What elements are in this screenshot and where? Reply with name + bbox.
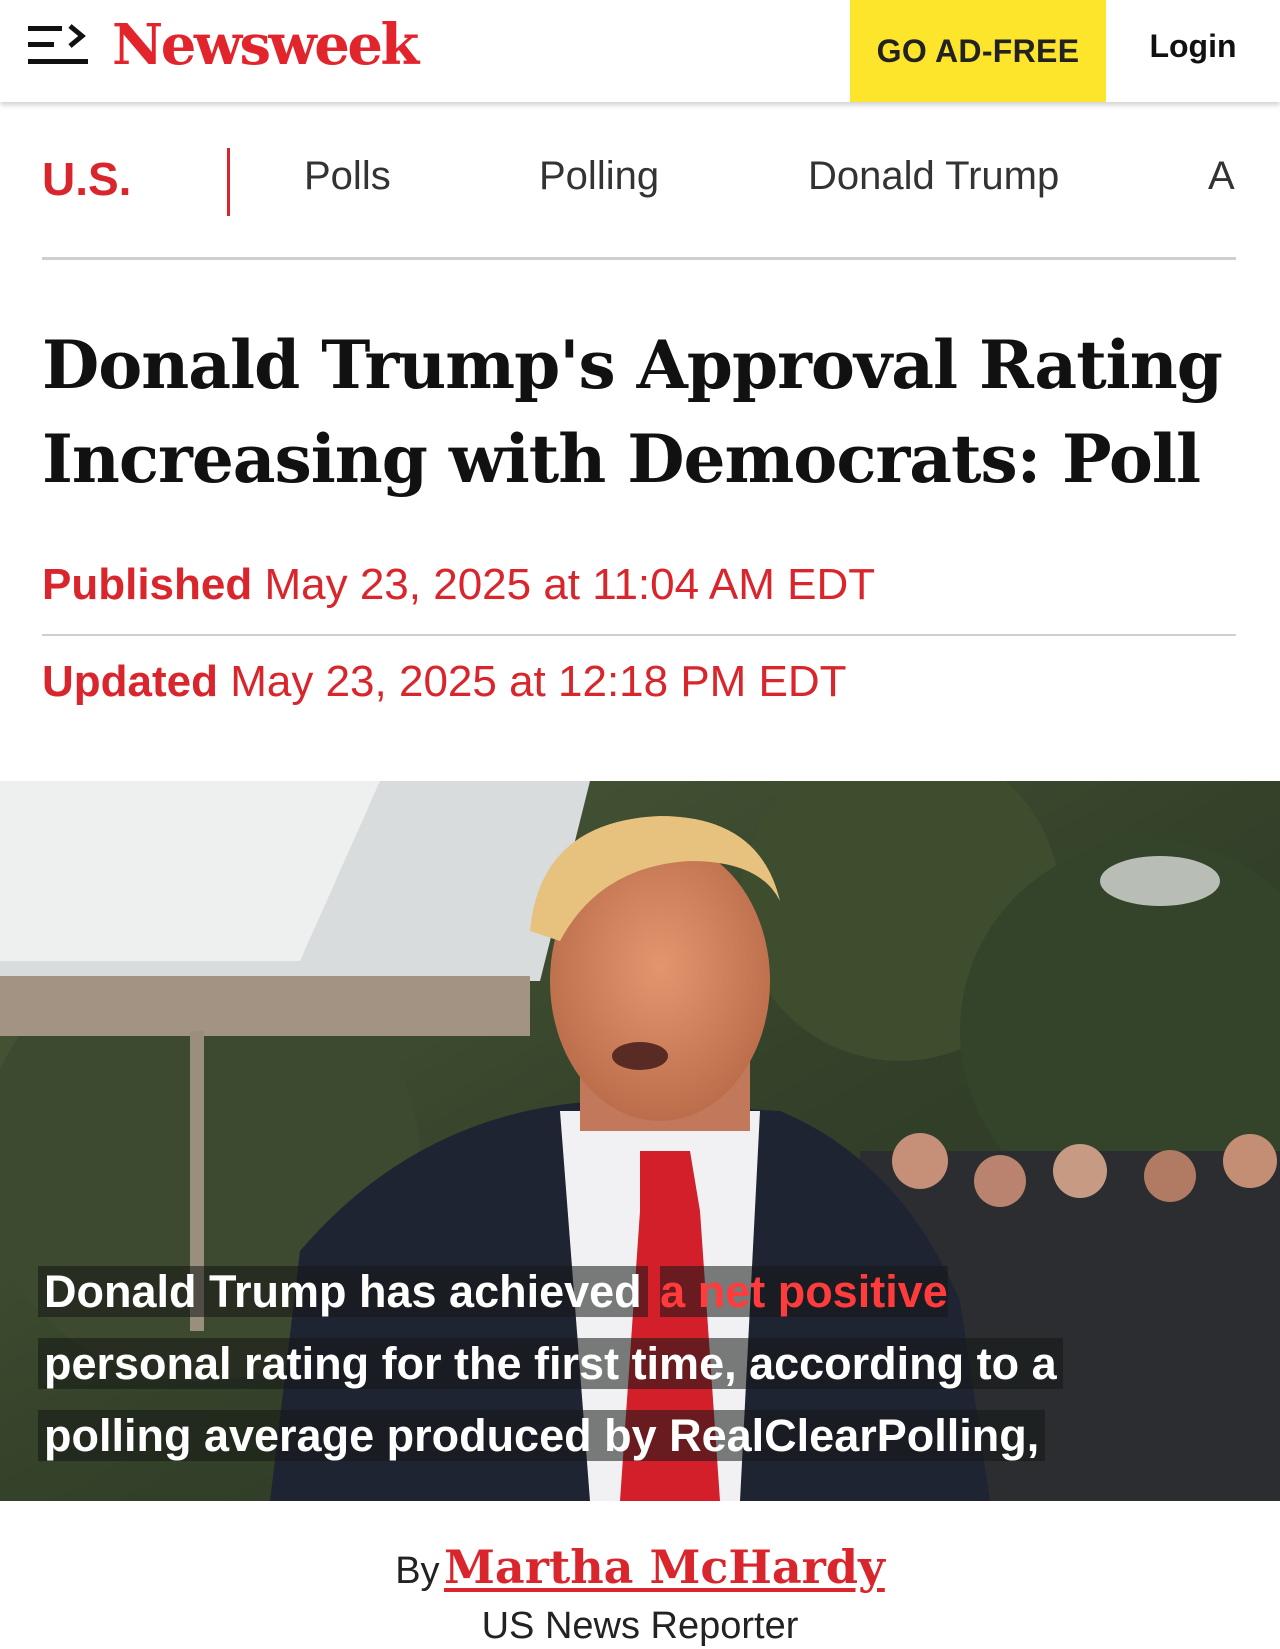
menu-arrow-icon[interactable]	[26, 22, 90, 66]
headline-line-1: Donald Trump's Approval Rating	[42, 326, 1223, 404]
caption-line-1: Donald Trump has achieved	[38, 1266, 648, 1317]
updated-value: May 23, 2025 at 12:18 PM EDT	[230, 657, 847, 706]
login-button[interactable]: Login	[1128, 0, 1258, 92]
nav-link-polls[interactable]: Polls	[304, 154, 391, 199]
nav-link-truncated[interactable]: A	[1208, 154, 1235, 199]
nav-divider	[227, 148, 230, 216]
meta-divider	[42, 634, 1236, 636]
published-label: Published	[42, 560, 253, 609]
top-bar: Newsweek GO AD-FREE Login	[0, 0, 1280, 102]
article-headline: Donald Trump's Approval Rating Increasin…	[42, 318, 1242, 506]
hero-video-frame[interactable]: Donald Trump has achieved a net positive…	[0, 781, 1280, 1501]
author-link[interactable]: Martha McHardy	[444, 1540, 885, 1594]
go-ad-free-button[interactable]: GO AD-FREE	[850, 0, 1106, 102]
published-value: May 23, 2025 at 11:04 AM EDT	[264, 560, 876, 609]
caption-line-2: personal rating for the first time, acco…	[38, 1338, 1063, 1389]
nav-link-polling[interactable]: Polling	[539, 154, 659, 199]
hero-caption: Donald Trump has achieved a net positive…	[38, 1256, 1258, 1472]
nav-divider-line	[42, 257, 1236, 260]
updated-date: Updated May 23, 2025 at 12:18 PM EDT	[42, 657, 847, 707]
caption-line-3: polling average produced by RealClearPol…	[38, 1410, 1046, 1461]
section-current-us[interactable]: U.S.	[42, 152, 131, 206]
updated-label: Updated	[42, 657, 218, 706]
byline: By Martha McHardy	[0, 1540, 1280, 1594]
caption-highlight: a net positive	[660, 1266, 948, 1317]
newsweek-logo[interactable]: Newsweek	[112, 10, 419, 80]
byline-by-label: By	[395, 1550, 440, 1592]
author-role: US News Reporter	[481, 1605, 799, 1647]
section-nav: U.S. Polls Polling Donald Trump A	[0, 102, 1280, 262]
nav-link-donald-trump[interactable]: Donald Trump	[808, 154, 1059, 199]
published-date: Published May 23, 2025 at 11:04 AM EDT	[42, 560, 875, 610]
headline-line-2: Increasing with Democrats: Poll	[42, 420, 1201, 498]
